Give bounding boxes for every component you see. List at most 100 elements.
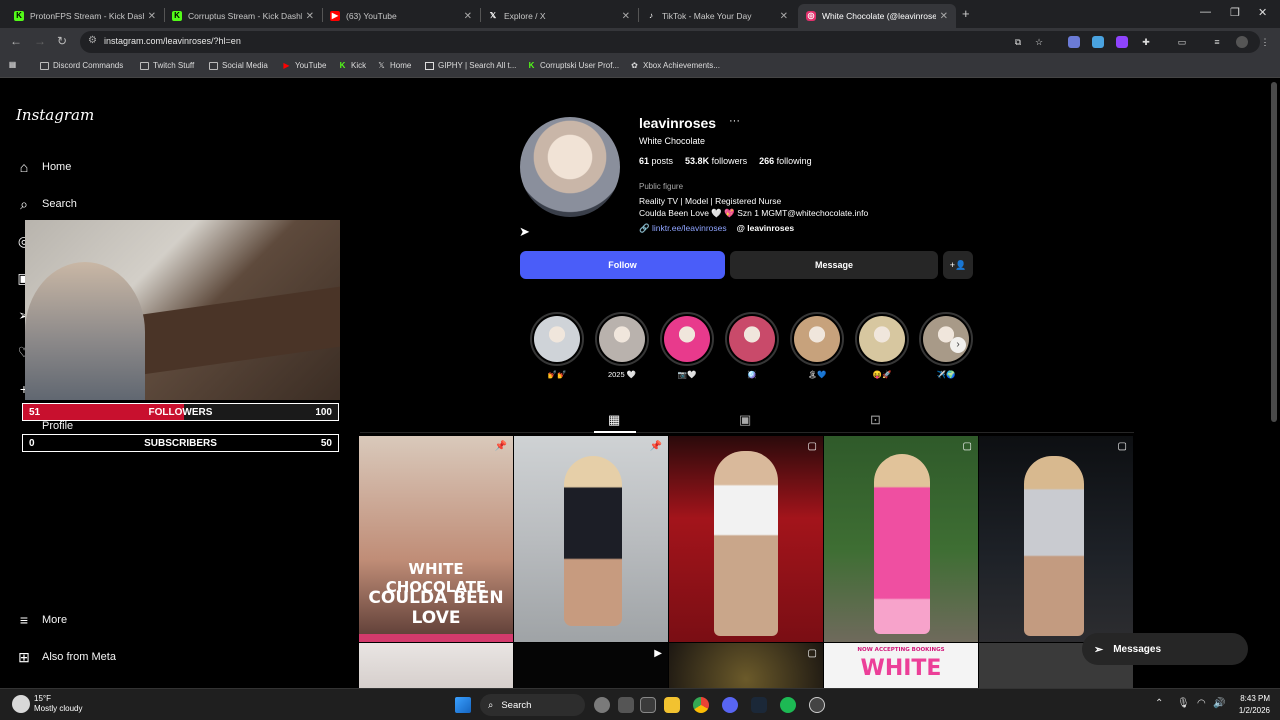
close-tab-icon[interactable]: ✕ (780, 11, 788, 22)
chevron-right-icon[interactable]: › (950, 337, 966, 353)
bookmark-xbox-achievements[interactable]: ✿ Xbox Achievements... (630, 61, 720, 70)
post-tile[interactable] (359, 643, 513, 688)
clock[interactable]: 8:43 PM 1/2/2026 (1239, 693, 1270, 717)
microphone-icon[interactable]: 🎙 (1177, 698, 1190, 709)
story-highlight[interactable]: 🏝💙 (790, 312, 844, 379)
post-tile[interactable]: 📌 WHITE CHOCOLATE COULDA BEEN LOVE (359, 436, 513, 642)
story-highlight[interactable]: 😝🚀 (855, 312, 909, 379)
maximize-icon[interactable]: ❐ (1230, 6, 1240, 19)
tab-instagram[interactable]: ◎ White Chocolate (@leavinrose ✕ (798, 4, 956, 28)
app-icon[interactable] (594, 697, 610, 713)
bookmark-twitch-stuff[interactable]: Twitch Stuff (140, 61, 194, 70)
post-tile[interactable]: ▢ (824, 436, 978, 642)
start-button[interactable] (455, 697, 471, 713)
bookmark-social-media[interactable]: Social Media (209, 61, 268, 70)
close-tab-icon[interactable]: ✕ (306, 11, 314, 22)
tab-kick-protonfps[interactable]: K ProtonFPS Stream - Kick Dashb ✕ (6, 4, 164, 28)
options-icon[interactable]: ··· (729, 115, 740, 127)
bookmark-giphy[interactable]: GIPHY | Search All t... (425, 61, 516, 70)
side-panel-icon[interactable]: ▭ (1176, 36, 1188, 48)
discord-icon[interactable] (722, 697, 738, 713)
tab-kick-corruptus[interactable]: K Corruptus Stream - Kick Dashb ✕ (164, 4, 322, 28)
story-highlight[interactable]: 2025 🤍 (595, 312, 649, 379)
profile-avatar[interactable] (520, 117, 620, 217)
bookmark-x-home[interactable]: 𝕏 Home (377, 61, 411, 70)
volume-icon[interactable]: 🔊 (1213, 698, 1225, 709)
post-tile[interactable]: ▢ (979, 436, 1133, 642)
tab-x-explore[interactable]: 𝕏 Explore / X ✕ (480, 4, 638, 28)
install-app-icon[interactable]: ⧉ (1012, 36, 1024, 48)
post-tile[interactable]: NOW ACCEPTING BOOKINGS WHITE (824, 643, 978, 688)
nav-more[interactable]: ≡ More (16, 612, 67, 628)
address-bar[interactable]: ⚙ instagram.com/leavinroses/?hl=en ⧉ ☆ (80, 31, 1260, 53)
steam-icon[interactable] (751, 697, 767, 713)
taskbar-search[interactable]: ⌕ Search (480, 694, 585, 716)
story-highlight[interactable]: 💅💅 (530, 312, 584, 379)
bookmark-kick[interactable]: K Kick (338, 61, 367, 70)
reload-icon[interactable]: ↻ (57, 34, 67, 48)
instagram-logo[interactable]: Instagram (16, 106, 94, 124)
tray-chevron-icon[interactable]: ⌃ (1155, 698, 1163, 709)
close-tab-icon[interactable]: ✕ (464, 11, 472, 22)
nav-also-from-meta[interactable]: ⊞ Also from Meta (16, 649, 116, 665)
close-tab-icon[interactable]: ✕ (148, 11, 156, 22)
story-highlight[interactable]: 📷🤍 (660, 312, 714, 379)
posts-label: posts (651, 156, 674, 166)
close-window-icon[interactable]: ✕ (1258, 6, 1267, 19)
post-tile[interactable]: ▢ (669, 643, 823, 688)
browser-tab-strip: K ProtonFPS Stream - Kick Dashb ✕ K Corr… (0, 0, 1280, 28)
extensions-puzzle-icon[interactable]: ✚ (1140, 36, 1152, 48)
apps-grid-icon[interactable]: ▦ (8, 61, 21, 69)
nav-search[interactable]: ⌕ Search (16, 196, 77, 212)
media-controls-icon[interactable]: ≡ (1211, 36, 1223, 48)
threads-link[interactable]: @ leavinroses (737, 223, 794, 234)
bio-link[interactable]: 🔗 linktr.ee/leavinroses (639, 223, 727, 234)
reels-tab-icon[interactable]: ▣ (739, 412, 751, 428)
bookmark-discord-commands[interactable]: Discord Commands (40, 61, 123, 70)
file-explorer-icon[interactable] (664, 697, 680, 713)
bookmark-corruptski[interactable]: K Corruptski User Prof... (527, 61, 620, 70)
tab-youtube[interactable]: ▶ (63) YouTube ✕ (322, 4, 480, 28)
nav-profile[interactable]: Profile (42, 420, 73, 432)
url-text[interactable]: instagram.com/leavinroses/?hl=en (104, 36, 241, 46)
weather-widget[interactable]: 15°F Mostly cloudy (12, 694, 82, 714)
app-icon[interactable] (618, 697, 634, 713)
spotify-icon[interactable] (780, 697, 796, 713)
post-tile[interactable]: ▢ (669, 436, 823, 642)
chrome-icon[interactable] (693, 697, 709, 713)
forward-icon[interactable]: → (34, 34, 46, 48)
close-tab-icon[interactable]: ✕ (622, 11, 630, 22)
twitch-extension-icon[interactable] (1116, 36, 1128, 48)
page-scrollbar[interactable] (1271, 82, 1277, 422)
task-view-icon[interactable] (640, 697, 656, 713)
message-button[interactable]: Message (730, 251, 938, 279)
profile-avatar-icon[interactable] (1236, 36, 1248, 48)
x-icon: 𝕏 (489, 11, 497, 20)
folder-icon (209, 61, 218, 70)
tagged-tab-icon[interactable]: ⊡ (870, 412, 881, 428)
extension-icon[interactable] (1068, 36, 1080, 48)
wifi-icon[interactable]: ◠ (1197, 698, 1206, 709)
close-tab-icon[interactable]: ✕ (940, 11, 948, 22)
bookmark-youtube[interactable]: ▶ YouTube (282, 61, 326, 70)
follow-button[interactable]: Follow (520, 251, 725, 279)
post-tile[interactable]: 📌 (514, 436, 668, 642)
following-stat[interactable]: 266 following (759, 156, 812, 166)
extension-icon[interactable] (1092, 36, 1104, 48)
site-info-icon[interactable]: ⚙ (88, 35, 97, 46)
post-tile[interactable]: ▶ (514, 643, 668, 688)
chrome-menu-icon[interactable]: ⋮ (1259, 36, 1271, 48)
new-tab-button[interactable]: + (962, 6, 970, 21)
minimize-icon[interactable]: — (1200, 6, 1211, 18)
obs-icon[interactable] (809, 697, 825, 713)
messages-button[interactable]: ➢ Messages (1082, 633, 1248, 665)
bookmark-star-icon[interactable]: ☆ (1033, 36, 1045, 48)
posts-grid-icon[interactable]: ▦ (608, 412, 620, 428)
nav-home[interactable]: ⌂ Home (16, 159, 72, 175)
story-highlight[interactable]: 🪩 (725, 312, 779, 379)
tab-tiktok[interactable]: ♪ TikTok - Make Your Day ✕ (638, 4, 796, 28)
back-icon[interactable]: ← (10, 34, 22, 48)
suggest-people-icon[interactable]: +👤 (943, 251, 973, 279)
followers-stat[interactable]: 53.8K followers (685, 156, 747, 166)
link-icon: 🔗 (639, 223, 652, 233)
